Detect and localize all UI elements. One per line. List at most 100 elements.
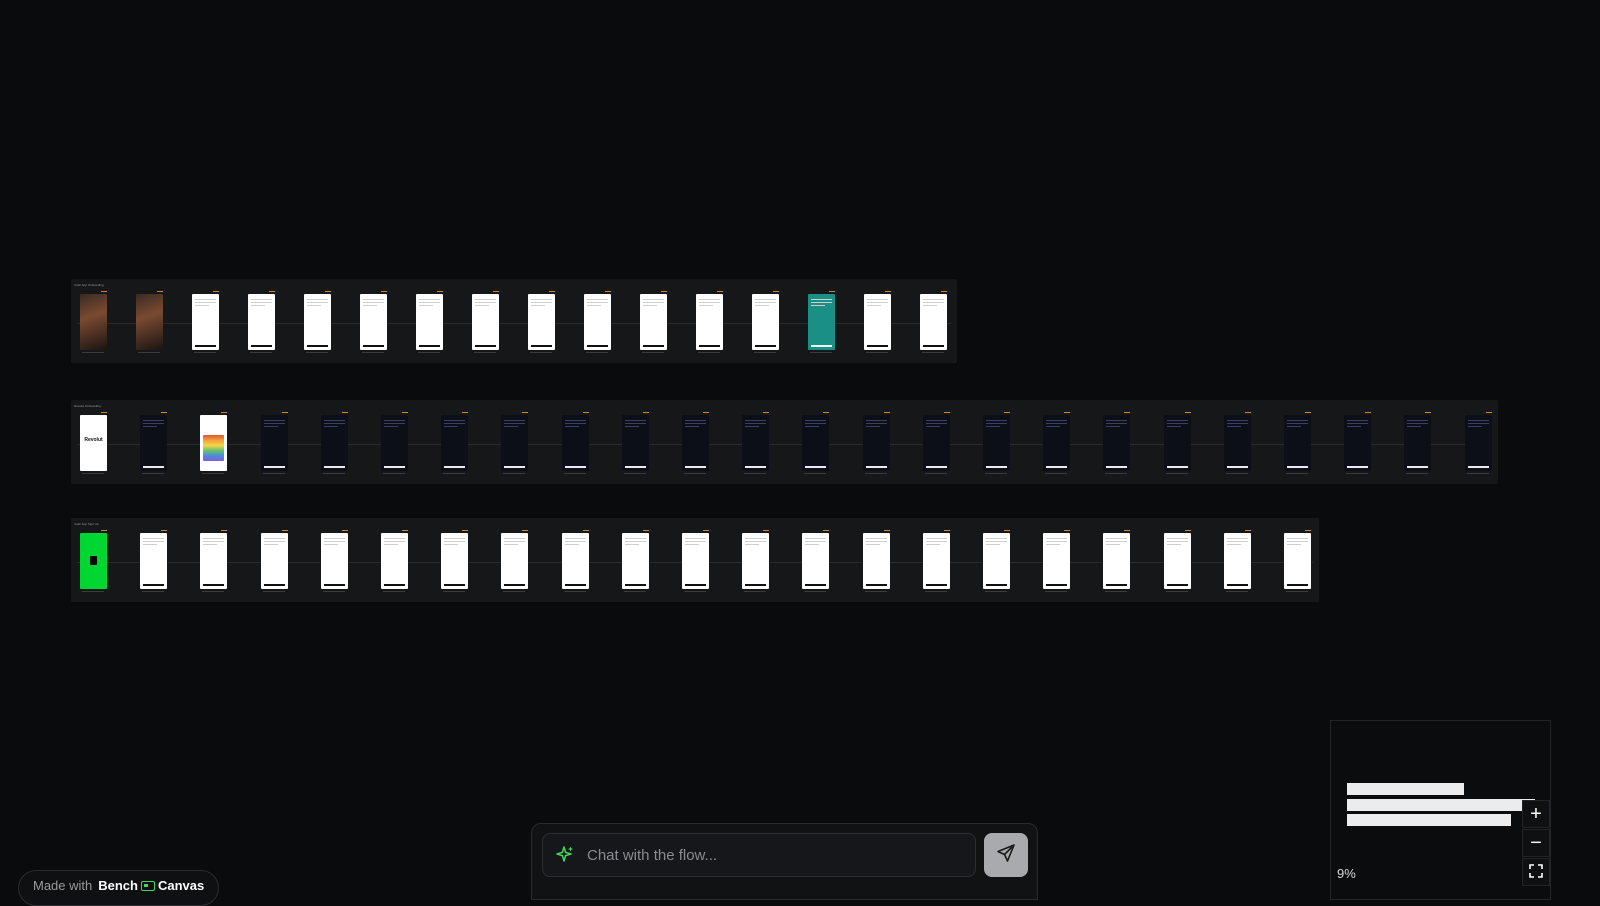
fit-view-button[interactable] [1522,858,1550,886]
flow-screen-thumbnail[interactable] [80,533,107,589]
flow-screen-thumbnail[interactable] [640,294,667,350]
text-line [587,305,601,306]
plus-icon: + [1530,803,1542,825]
screen-caption [503,591,525,592]
text-line [986,538,1007,539]
send-icon [996,843,1016,868]
screen-caption [754,352,776,353]
flow-screen-thumbnail[interactable] [696,294,723,350]
flow-screen-thumbnail[interactable] [808,294,835,350]
text-line [384,538,405,539]
chat-input[interactable] [585,845,975,865]
text-line [307,299,328,300]
flow-screen-thumbnail[interactable] [360,294,387,350]
text-line [444,541,465,542]
flow-screen-thumbnail[interactable] [140,533,167,589]
flow-screen-thumbnail[interactable] [192,294,219,350]
flow-screen-thumbnail[interactable] [472,294,499,350]
text-line [755,305,769,306]
flow-screen-thumbnail[interactable]: Revolut [80,415,107,471]
screen-tag [325,291,331,292]
flow-screen-thumbnail[interactable] [923,415,950,471]
flow-screen-thumbnail[interactable] [1043,415,1070,471]
cta-bar [1287,584,1308,586]
flow-screen-thumbnail[interactable] [321,415,348,471]
zoom-in-button[interactable]: + [1522,800,1550,828]
flow-screen-thumbnail[interactable] [1103,533,1130,589]
flow-screen-thumbnail[interactable] [1043,533,1070,589]
flow-screen-thumbnail[interactable] [1103,415,1130,471]
flow-screen-thumbnail[interactable] [742,533,769,589]
flow-screen-thumbnail[interactable] [562,415,589,471]
flow-screen-thumbnail[interactable] [261,533,288,589]
flow-screen-thumbnail[interactable] [622,533,649,589]
flow-screen-thumbnail[interactable] [528,294,555,350]
flow-screen-thumbnail[interactable] [381,415,408,471]
flow-screen-thumbnail[interactable] [1164,533,1191,589]
minimap[interactable]: 9% [1330,720,1551,900]
text-line [926,538,947,539]
flow-screen-thumbnail[interactable] [200,415,227,471]
text-line [1106,541,1127,542]
flow-screen-thumbnail[interactable] [1404,415,1431,471]
flow-screen-thumbnail[interactable] [200,533,227,589]
text-line [1407,420,1428,421]
text-line [1287,420,1308,421]
flow-screen-thumbnail[interactable] [136,294,163,350]
screen-tag [213,291,219,292]
flow-panel[interactable]: Revolut Onboarding Revolut [71,400,1498,484]
flow-screen-thumbnail[interactable] [983,415,1010,471]
screen-tag [643,530,649,531]
flow-screen-thumbnail[interactable] [416,294,443,350]
flow-screen-thumbnail[interactable] [920,294,947,350]
made-with-badge[interactable]: Made with Bench Canvas [18,870,220,906]
screen-tag [342,530,348,531]
text-line [1227,420,1248,421]
flow-screen-thumbnail[interactable] [321,533,348,589]
flow-panel[interactable]: Cash App Sign Up [71,518,1319,602]
flow-screen-thumbnail[interactable] [1284,533,1311,589]
flow-screen-thumbnail[interactable] [1164,415,1191,471]
flow-screen-thumbnail[interactable] [1465,415,1492,471]
flow-screen-thumbnail[interactable] [1224,533,1251,589]
flow-screen-thumbnail[interactable] [562,533,589,589]
flow-screen-thumbnail[interactable] [752,294,779,350]
flow-screen-thumbnail[interactable] [983,533,1010,589]
flow-screen-thumbnail[interactable] [622,415,649,471]
screen-tag [763,530,769,531]
flow-screen-thumbnail[interactable] [802,415,829,471]
flow-screen-thumbnail[interactable] [441,533,468,589]
flow-screen-thumbnail[interactable] [802,533,829,589]
flow-screen-thumbnail[interactable] [742,415,769,471]
text-line [1287,423,1308,424]
flow-screen-thumbnail[interactable] [140,415,167,471]
screen-caption [82,352,104,353]
send-button[interactable] [984,833,1028,877]
text-line [745,420,766,421]
flow-screen-thumbnail[interactable] [682,415,709,471]
flow-screen-thumbnail[interactable] [261,415,288,471]
flow-panel[interactable]: Cash App Onboarding [71,279,957,363]
flow-screen-thumbnail[interactable] [923,533,950,589]
chat-input-wrapper[interactable] [542,833,976,877]
flow-screen-thumbnail[interactable] [501,533,528,589]
zoom-out-button[interactable]: − [1522,829,1550,857]
flow-screen-thumbnail[interactable] [248,294,275,350]
flow-screen-thumbnail[interactable] [863,533,890,589]
flow-screen-thumbnail[interactable] [1284,415,1311,471]
text-line [745,538,766,539]
flow-screen-thumbnail[interactable] [682,533,709,589]
flow-screen-thumbnail[interactable] [584,294,611,350]
badge-prefix: Made with [33,878,93,893]
screen-tag [1064,412,1070,413]
flow-screen-thumbnail[interactable] [304,294,331,350]
screen-tag [437,291,443,292]
flow-screen-thumbnail[interactable] [80,294,107,350]
flow-screen-thumbnail[interactable] [1224,415,1251,471]
flow-screen-thumbnail[interactable] [864,294,891,350]
flow-screen-thumbnail[interactable] [1344,415,1371,471]
flow-screen-thumbnail[interactable] [381,533,408,589]
flow-screen-thumbnail[interactable] [863,415,890,471]
flow-screen-thumbnail[interactable] [501,415,528,471]
flow-screen-thumbnail[interactable] [441,415,468,471]
